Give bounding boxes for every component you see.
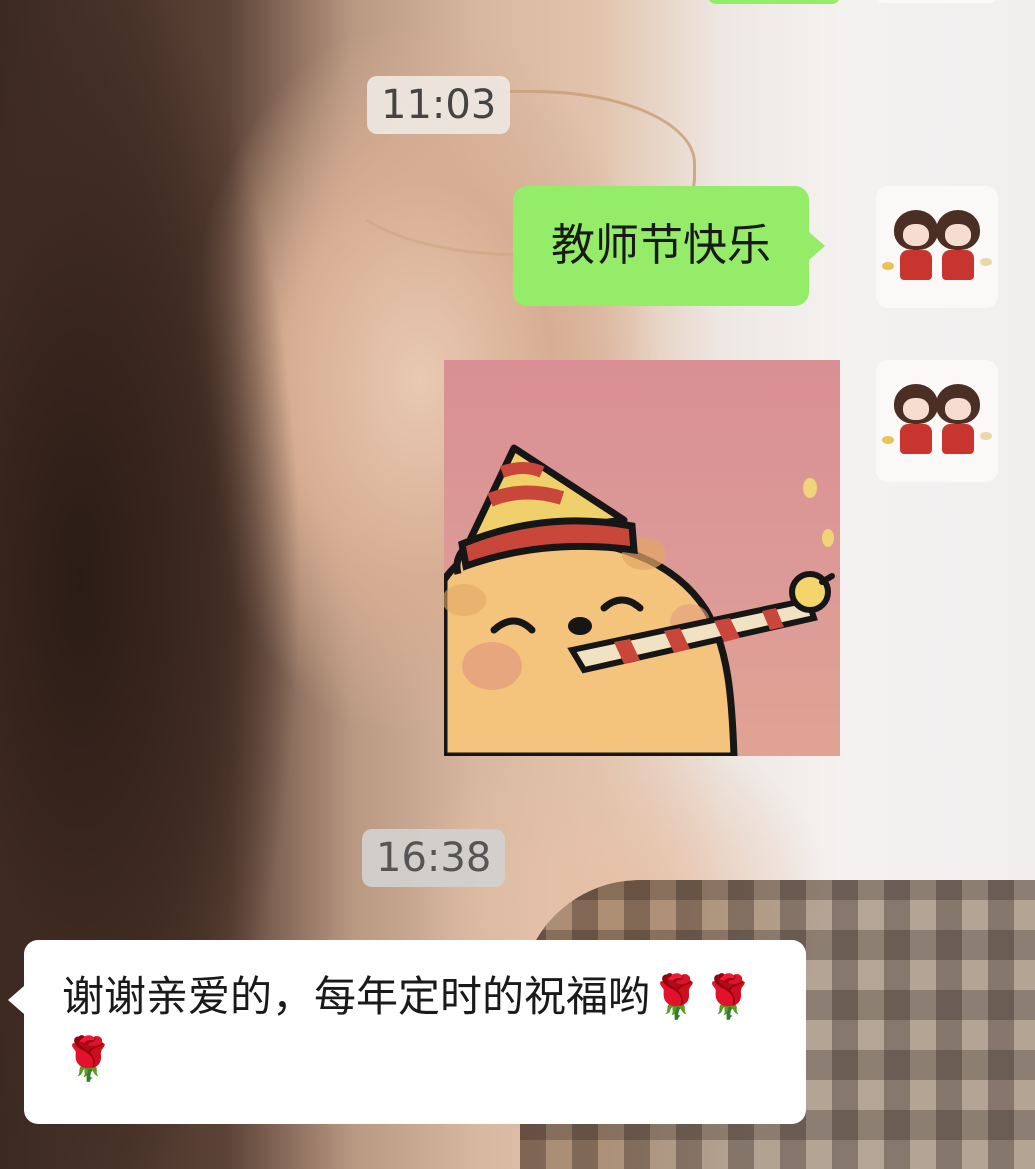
- my-avatar-2[interactable]: [876, 360, 998, 482]
- timestamp-1103: 11:03: [367, 76, 511, 134]
- outgoing-message-bubble[interactable]: 教师节快乐: [513, 186, 825, 306]
- my-avatar[interactable]: [876, 186, 998, 308]
- party-bear-sticker-icon[interactable]: [444, 360, 840, 756]
- incoming-message-text: 谢谢亲爱的，每年定时的祝福哟🌹🌹🌹: [62, 972, 755, 1083]
- previous-avatar-cutoff: [876, 0, 998, 3]
- incoming-message-bubble[interactable]: 谢谢亲爱的，每年定时的祝福哟🌹🌹🌹: [8, 940, 806, 1124]
- previous-bubble-cutoff: [708, 0, 840, 4]
- outgoing-message-text: 教师节快乐: [551, 220, 771, 271]
- timestamp-1638: 16:38: [362, 829, 506, 887]
- party-bear-drawing: [444, 444, 835, 756]
